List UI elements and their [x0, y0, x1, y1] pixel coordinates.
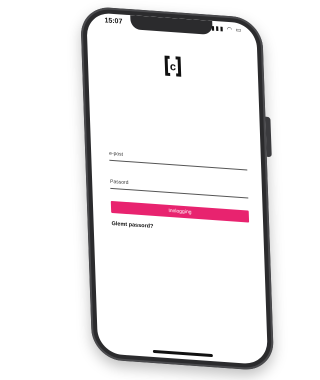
password-placeholder: Passord	[110, 178, 129, 187]
password-field[interactable]: Passord	[109, 173, 249, 199]
email-field[interactable]: e-post	[108, 145, 248, 171]
phone-screen: 15:07 ▮▮▮ ◠ ▭ c e-post Passord Innloggin…	[86, 12, 269, 366]
login-button[interactable]: Innlogging	[110, 200, 250, 223]
status-time: 15:07	[104, 17, 123, 26]
forgot-password-link[interactable]: Glemt passord?	[111, 221, 153, 230]
brand-logo-icon: c	[164, 55, 182, 77]
home-indicator	[152, 349, 213, 358]
phone-mockup: 15:07 ▮▮▮ ◠ ▭ c e-post Passord Innloggin…	[80, 5, 275, 372]
email-placeholder: e-post	[109, 150, 124, 158]
logo-letter: c	[170, 61, 177, 73]
status-icons: ▮▮▮ ◠ ▭	[211, 25, 243, 35]
side-button	[265, 116, 272, 158]
notch	[130, 15, 213, 35]
stage: 15:07 ▮▮▮ ◠ ▭ c e-post Passord Innloggin…	[0, 0, 293, 380]
